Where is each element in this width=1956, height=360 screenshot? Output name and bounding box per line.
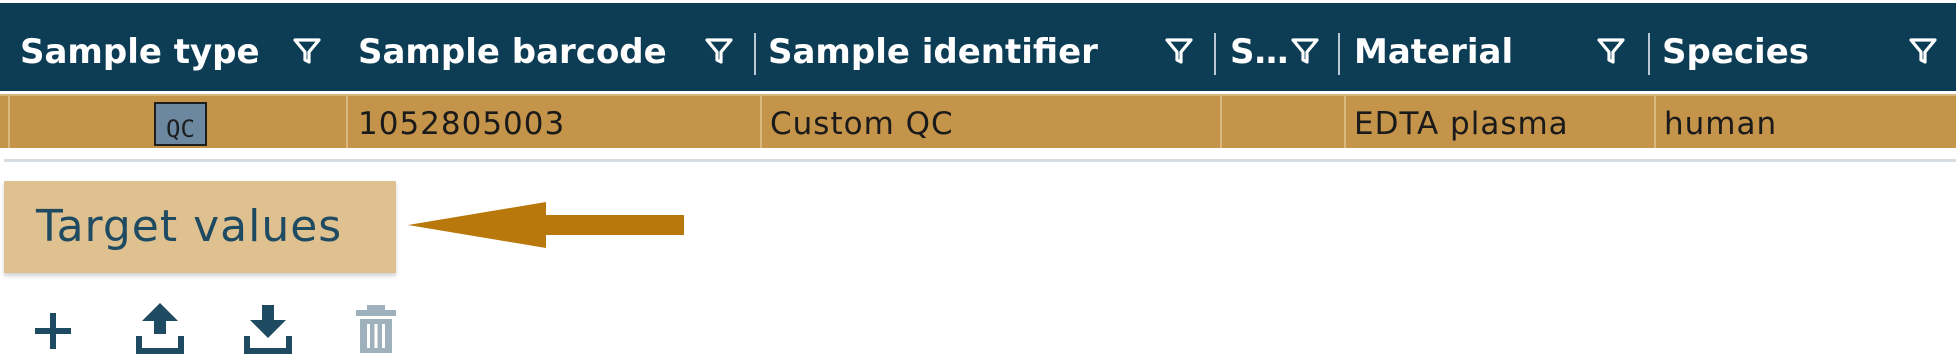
filter-icon[interactable] [1290, 36, 1320, 66]
filter-icon[interactable] [704, 36, 734, 66]
filter-icon[interactable] [1908, 36, 1938, 66]
cell-species[interactable]: human [1664, 96, 1777, 148]
target-values-label: Target values [36, 201, 343, 252]
table-row[interactable]: 1052805003 Custom QC EDTA plasma human [0, 94, 1956, 148]
column-header-label: Material [1354, 32, 1514, 72]
cell-separator [760, 96, 762, 148]
delete-icon [356, 305, 396, 353]
column-header-sample-type[interactable]: Sample type [0, 3, 340, 91]
column-header-sample-identifier[interactable]: Sample identifier [756, 3, 1216, 91]
grid-bottom-border [4, 159, 1956, 162]
add-button[interactable] [27, 300, 79, 356]
column-header-label: Sample barcode [358, 32, 667, 72]
grid-header-row: Sample type Sample barcode Sample identi… [0, 3, 1956, 91]
column-header-label: Species [1662, 32, 1809, 72]
arrow-left-icon [408, 202, 684, 248]
filter-icon[interactable] [1596, 36, 1626, 66]
column-header-species[interactable]: Species [1650, 3, 1956, 91]
column-header-label: S… [1230, 32, 1289, 72]
column-header-label: Sample identifier [768, 32, 1098, 72]
column-header-label: Sample type [20, 32, 260, 72]
column-header-s[interactable]: S… [1216, 3, 1340, 91]
delete-button[interactable] [350, 300, 402, 356]
cell-sample-identifier[interactable]: Custom QC [770, 96, 954, 148]
cell-sample-barcode[interactable]: 1052805003 [358, 96, 565, 148]
upload-button[interactable] [134, 300, 186, 356]
cell-separator [346, 96, 348, 148]
target-values-button[interactable]: Target values [4, 181, 396, 273]
filter-icon[interactable] [292, 36, 322, 66]
column-header-sample-barcode[interactable]: Sample barcode [338, 3, 758, 91]
download-button[interactable] [242, 300, 294, 356]
column-header-material[interactable]: Material [1340, 3, 1648, 91]
cell-separator [1654, 96, 1656, 148]
filter-icon[interactable] [1164, 36, 1194, 66]
cell-separator [1344, 96, 1346, 148]
add-icon [35, 313, 71, 349]
upload-icon [136, 303, 184, 354]
download-icon [244, 305, 292, 354]
cell-separator [8, 96, 10, 148]
toolbar [0, 300, 420, 356]
cell-separator [1220, 96, 1222, 148]
sample-type-chip[interactable]: QC [154, 102, 207, 146]
cell-material[interactable]: EDTA plasma [1354, 96, 1569, 148]
